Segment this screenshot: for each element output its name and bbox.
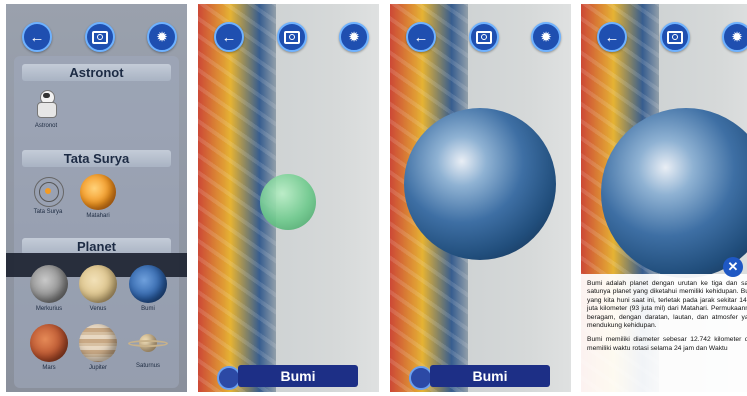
jupiter-icon: [79, 324, 117, 362]
camera-button[interactable]: [469, 22, 499, 52]
camera-icon: [92, 30, 108, 44]
menu-item-venus[interactable]: Venus: [76, 265, 120, 312]
loading-sphere: [260, 174, 316, 230]
close-icon: ✕: [727, 259, 739, 274]
menu-item-label: Saturnus: [135, 363, 160, 369]
ar-button[interactable]: ✹: [722, 22, 747, 52]
mars-icon: [30, 324, 68, 362]
mercury-icon: [30, 265, 68, 303]
astronaut-icon: [33, 90, 59, 120]
camera-icon: [476, 30, 492, 44]
section-astronot-title: Astronot: [22, 64, 171, 81]
camera-button[interactable]: [85, 22, 115, 52]
menu-item-bumi[interactable]: Bumi: [126, 265, 170, 312]
menu-item-label: Tata Surya: [33, 209, 63, 215]
earth-model[interactable]: [404, 108, 556, 260]
ar-camera-screen-loading: ← ✹ Bumi: [198, 4, 379, 392]
menu-item-astronot[interactable]: Astronot: [26, 90, 66, 129]
menu-item-label: Matahari: [86, 213, 110, 219]
saturn-icon: [126, 326, 170, 360]
ar-button[interactable]: ✹: [147, 22, 177, 52]
ar-camera-screen-info: ← ✹ Bumi adalah planet dengan urutan ke …: [581, 4, 747, 392]
planet-description-panel: Bumi adalah planet dengan urutan ke tiga…: [581, 274, 747, 392]
solar-system-icon: [33, 176, 64, 207]
back-button[interactable]: ←: [214, 22, 244, 52]
ar-camera-screen-earth: ← ✹ Bumi: [390, 4, 571, 392]
ar-molecule-icon: ✹: [540, 30, 552, 44]
menu-item-label: Merkurius: [35, 306, 63, 312]
planet-name-bar: Bumi: [430, 365, 550, 387]
arrow-left-icon: ←: [413, 28, 429, 46]
camera-button[interactable]: [277, 22, 307, 52]
menu-item-label: Jupiter: [88, 365, 107, 371]
earth-icon: [129, 265, 167, 303]
section-tata-surya-title: Tata Surya: [22, 150, 171, 167]
description-paragraph-2: Bumi memiliki diameter sebesar 12.742 ki…: [587, 336, 747, 352]
camera-button[interactable]: [660, 22, 690, 52]
ar-molecule-icon: ✹: [731, 30, 743, 44]
menu-item-saturnus[interactable]: Saturnus: [124, 326, 172, 369]
ar-molecule-icon: ✹: [156, 30, 168, 44]
menu-item-jupiter[interactable]: Jupiter: [76, 324, 120, 371]
sun-icon: [80, 174, 116, 210]
menu-item-label: Bumi: [141, 306, 155, 312]
menu-item-label: Mars: [42, 365, 56, 371]
menu-screen: ← ✹ Astronot Astronot Tata Surya Tata Su…: [6, 4, 187, 392]
back-button[interactable]: ←: [597, 22, 627, 52]
camera-icon: [667, 30, 683, 44]
ar-button[interactable]: ✹: [339, 22, 369, 52]
arrow-left-icon: ←: [604, 28, 620, 46]
arrow-left-icon: ←: [29, 28, 45, 46]
description-paragraph-1: Bumi adalah planet dengan urutan ke tiga…: [587, 280, 747, 329]
menu-item-mars[interactable]: Mars: [27, 324, 71, 371]
menu-item-label: Venus: [89, 306, 107, 312]
ar-button[interactable]: ✹: [531, 22, 561, 52]
menu-item-tata-surya[interactable]: Tata Surya: [28, 176, 68, 215]
planet-name-bar: Bumi: [238, 365, 358, 387]
camera-icon: [284, 30, 300, 44]
menu-item-matahari[interactable]: Matahari: [76, 174, 120, 219]
arrow-left-icon: ←: [221, 28, 237, 46]
menu-item-merkurius[interactable]: Merkurius: [27, 265, 71, 312]
back-button[interactable]: ←: [22, 22, 52, 52]
menu-item-label: Astronot: [34, 123, 58, 129]
close-info-button[interactable]: ✕: [723, 257, 743, 277]
back-button[interactable]: ←: [406, 22, 436, 52]
ar-molecule-icon: ✹: [348, 30, 360, 44]
venus-icon: [79, 265, 117, 303]
